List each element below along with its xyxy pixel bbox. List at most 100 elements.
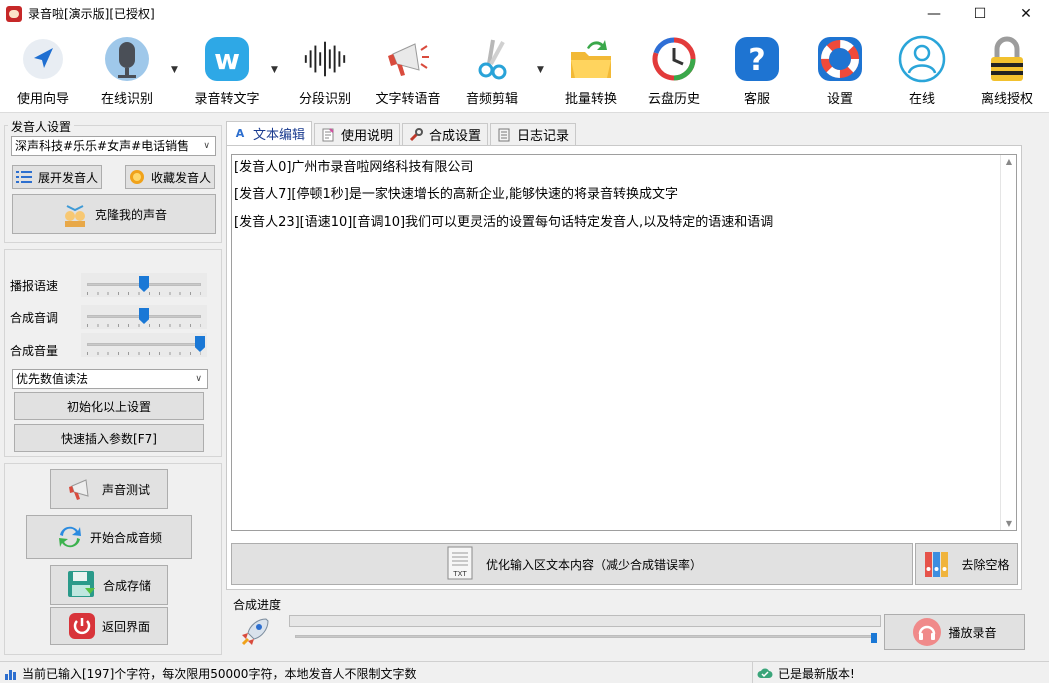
main-tabs: A 文本编辑 使用说明 合成设置 日志记录 <box>226 121 578 145</box>
binders-icon <box>923 549 955 579</box>
online-recognition-dropdown-icon[interactable]: ▼ <box>171 65 178 75</box>
progress-legend: 合成进度 <box>230 596 285 613</box>
toolbar-online-button[interactable]: 在线 <box>896 27 948 113</box>
back-button[interactable]: 返回界面 <box>50 607 168 645</box>
tab-synthesis-settings[interactable]: 合成设置 <box>402 123 489 145</box>
headphones-icon <box>912 617 942 647</box>
toolbar-cloud-history-button[interactable]: 云盘历史 <box>643 27 705 113</box>
svg-text:?: ? <box>748 43 765 78</box>
favorite-speakers-button[interactable]: 收藏发音人 <box>125 165 215 189</box>
log-document-icon <box>497 128 511 142</box>
toolbar-batch-convert-button[interactable]: 批量转换 <box>560 27 622 113</box>
tab-synthesis-settings-label: 合成设置 <box>429 129 482 144</box>
toolbar-audio-to-text-button[interactable]: w 录音转文字 <box>190 27 264 113</box>
speed-row: 播报语速 <box>10 273 210 297</box>
pitch-row: 合成音调 <box>10 305 210 329</box>
toolbar-online-recognition-button[interactable]: 在线识别 <box>96 27 158 113</box>
number-reading-value: 优先数值读法 <box>16 372 89 386</box>
expand-speakers-label: 展开发音人 <box>37 170 98 185</box>
text-a-icon: A <box>235 127 245 140</box>
bar-chart-icon <box>4 667 18 681</box>
play-recording-button[interactable]: 播放录音 <box>884 614 1025 650</box>
synthesis-progress-bar <box>289 615 881 627</box>
title-bar: 录音啦[演示版][已授权] — ☐ ✕ <box>0 0 1049 27</box>
scroll-down-icon[interactable]: ▼ <box>1001 519 1017 528</box>
text-editor[interactable]: [发音人0]广州市录音啦网络科技有限公司 [发音人7][停顿1秒]是一家快速增长… <box>231 154 1017 531</box>
window-controls: — ☐ ✕ <box>911 0 1049 27</box>
speed-slider-thumb[interactable] <box>139 276 149 292</box>
pitch-slider[interactable] <box>81 305 207 329</box>
save-synthesis-label: 合成存储 <box>102 578 151 593</box>
volume-label: 合成音量 <box>10 344 59 358</box>
editor-line: [发音人0]广州市录音啦网络科技有限公司 <box>234 160 474 175</box>
close-button[interactable]: ✕ <box>1003 0 1049 27</box>
scroll-up-icon[interactable]: ▲ <box>1001 157 1017 166</box>
w-logo-icon: w <box>203 35 251 83</box>
user-icon <box>898 35 946 83</box>
speaker-select[interactable]: 深声科技#乐乐#女声#电话销售 ∨ <box>11 136 216 156</box>
number-reading-select[interactable]: 优先数值读法 ∨ <box>12 369 208 389</box>
megaphone-icon <box>68 476 96 502</box>
lifebuoy-icon <box>816 35 864 83</box>
speaker-select-value: 深声科技#乐乐#女声#电话销售 <box>15 139 190 153</box>
tab-log-label: 日志记录 <box>517 129 570 144</box>
toolbar-segment-recognition-button[interactable]: 分段识别 <box>294 27 356 113</box>
character-count-status: 当前已输入[197]个字符，每次限用50000字符，本地发音人不限制文字数 <box>22 667 417 681</box>
reset-settings-button[interactable]: 初始化以上设置 <box>14 392 204 420</box>
text-edit-panel: [发音人0]广州市录音啦网络科技有限公司 [发音人7][停顿1秒]是一家快速增长… <box>226 145 1022 590</box>
toolbar-support-button[interactable]: ? 客服 <box>731 27 783 113</box>
remove-spaces-label: 去除空格 <box>961 557 1010 572</box>
remove-spaces-button[interactable]: 去除空格 <box>915 543 1018 585</box>
tab-log[interactable]: 日志记录 <box>490 123 577 145</box>
maximize-button[interactable]: ☐ <box>957 0 1003 27</box>
toolbar-guide-button[interactable]: 使用向导 <box>12 27 74 113</box>
tab-text-edit[interactable]: A 文本编辑 <box>226 121 313 145</box>
microphone-icon <box>103 35 151 83</box>
audio-edit-dropdown-icon[interactable]: ▼ <box>537 65 544 75</box>
editor-vertical-scrollbar[interactable]: ▲ ▼ <box>1000 155 1016 530</box>
wrench-icon <box>409 127 424 142</box>
tab-instructions[interactable]: 使用说明 <box>314 123 401 145</box>
minimize-button[interactable]: — <box>911 0 957 27</box>
optimize-text-button[interactable]: TXT 优化输入区文本内容（减少合成错误率） <box>231 543 913 585</box>
volume-row: 合成音量 <box>10 333 210 362</box>
toolbar-text-to-speech-button[interactable]: 文字转语音 <box>371 27 445 113</box>
rocket-icon <box>238 615 272 652</box>
cloud-check-icon <box>757 667 773 679</box>
playback-position-thumb[interactable] <box>871 633 877 643</box>
volume-slider-thumb[interactable] <box>195 336 205 352</box>
editor-line: [发音人23][语速10][音调10]我们可以更灵活的设置每句话特定发音人,以及… <box>234 215 774 230</box>
help-icon: ? <box>733 35 781 83</box>
padlock-icon <box>983 35 1031 83</box>
voice-test-button[interactable]: 声音测试 <box>50 469 168 509</box>
playback-position-slider[interactable] <box>289 627 881 647</box>
power-icon <box>68 612 96 640</box>
pitch-slider-thumb[interactable] <box>139 308 149 324</box>
clone-voice-button[interactable]: 克隆我的声音 <box>12 194 216 234</box>
speed-slider[interactable] <box>81 273 207 297</box>
insert-params-button[interactable]: 快速插入参数[F7] <box>14 424 204 452</box>
document-icon <box>321 127 335 142</box>
toolbar-settings-button[interactable]: 设置 <box>814 27 866 113</box>
window-title: 录音啦[演示版][已授权] <box>28 7 155 21</box>
scissors-icon <box>468 35 516 83</box>
txt-file-icon: TXT <box>442 545 480 583</box>
clone-people-icon <box>61 200 89 228</box>
status-right: 已是最新版本! <box>752 662 855 683</box>
save-synthesis-button[interactable]: 合成存储 <box>50 565 168 605</box>
toolbar-offline-license-button[interactable]: 离线授权 <box>976 27 1038 113</box>
start-synthesis-button[interactable]: 开始合成音频 <box>26 515 192 559</box>
version-status: 已是最新版本! <box>778 666 855 681</box>
audio-to-text-dropdown-icon[interactable]: ▼ <box>271 65 278 75</box>
status-bar: 当前已输入[197]个字符，每次限用50000字符，本地发音人不限制文字数 已是… <box>0 661 1049 683</box>
speaker-settings-legend: 发音人设置 <box>8 118 75 135</box>
optimize-text-label: 优化输入区文本内容（减少合成错误率） <box>485 557 702 572</box>
svg-text:TXT: TXT <box>452 570 467 578</box>
volume-slider[interactable] <box>81 333 207 357</box>
save-disk-icon <box>67 570 97 600</box>
app-logo-icon <box>6 5 22 22</box>
chevron-down-icon: ∨ <box>195 374 202 384</box>
toolbar-audio-edit-button[interactable]: 音频剪辑 <box>461 27 523 113</box>
expand-speakers-button[interactable]: 展开发音人 <box>12 165 102 189</box>
editor-line: [发音人7][停顿1秒]是一家快速增长的高新企业,能够快速的将录音转换成文字 <box>234 187 678 202</box>
